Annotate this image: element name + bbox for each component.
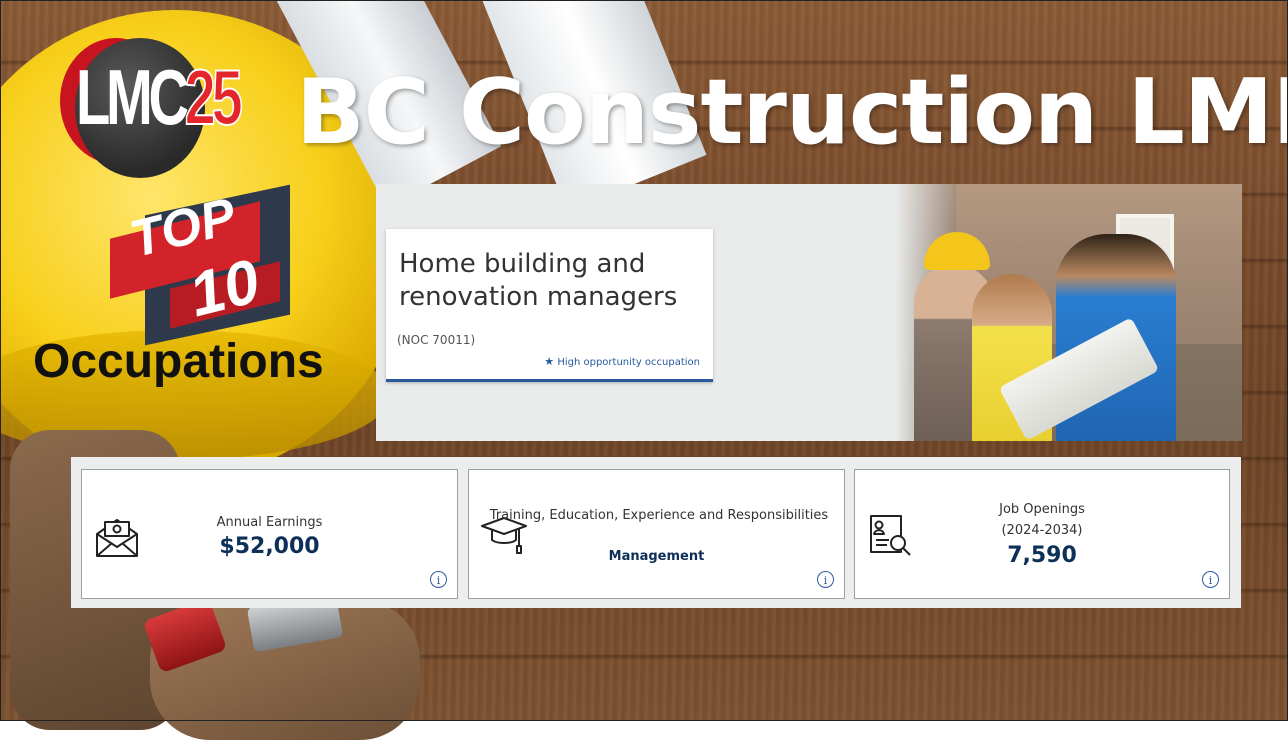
slide-border xyxy=(0,0,1288,721)
